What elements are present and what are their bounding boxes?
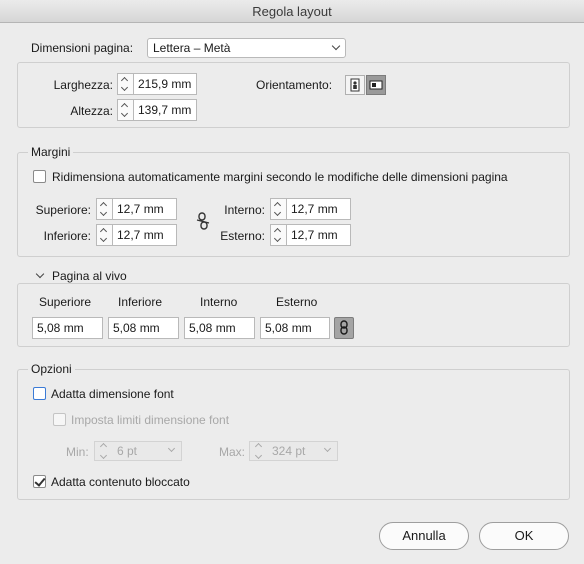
page-size-group (17, 62, 570, 128)
adjust-font-size-label: Adatta dimensione font (51, 387, 174, 401)
font-min-label: Min: (66, 445, 89, 459)
adjust-font-size-checkbox[interactable] (33, 387, 46, 400)
margin-bottom-field[interactable]: 12,7 mm (112, 224, 177, 246)
bleed-top-field[interactable]: 5,08 mm (32, 317, 103, 339)
margin-inside-stepper[interactable] (270, 198, 287, 220)
margin-inside-label: Interno: (224, 203, 265, 217)
bleed-bottom-field[interactable]: 5,08 mm (108, 317, 179, 339)
width-field[interactable]: 215,9 mm (133, 73, 197, 95)
height-label: Altezza: (70, 104, 113, 118)
font-min-stepper-icon (97, 440, 114, 462)
font-max-select[interactable]: 324 pt (249, 441, 338, 461)
font-limits-label: Imposta limiti dimensione font (71, 413, 230, 427)
width-label: Larghezza: (53, 78, 113, 92)
options-title: Opzioni (28, 362, 75, 376)
margin-top-stepper[interactable] (96, 198, 113, 220)
bleed-inside-field[interactable]: 5,08 mm (184, 317, 255, 339)
margin-top-label: Superiore: (35, 203, 91, 217)
adjust-locked-content-label: Adatta contenuto bloccato (51, 475, 190, 489)
font-max-value: 324 pt (272, 444, 306, 458)
margin-inside-field[interactable]: 12,7 mm (286, 198, 351, 220)
bleed-title: Pagina al vivo (52, 269, 127, 283)
bleed-outside-label: Esterno (276, 295, 318, 309)
chevron-down-icon (323, 444, 332, 453)
bleed-top-label: Superiore (39, 295, 92, 309)
orientation-label: Orientamento: (256, 78, 333, 92)
landscape-button[interactable] (366, 75, 386, 95)
bleed-bottom-label: Inferiore (118, 295, 163, 309)
font-min-value: 6 pt (117, 444, 138, 458)
margin-bottom-stepper[interactable] (96, 224, 113, 246)
font-limits-checkbox[interactable] (53, 413, 66, 426)
page-size-value: Lettera – Metà (153, 41, 231, 55)
auto-resize-margins-label: Ridimensiona automaticamente margini sec… (52, 170, 508, 184)
height-field[interactable]: 139,7 mm (133, 99, 197, 121)
bleed-header[interactable]: Pagina al vivo (30, 269, 130, 283)
auto-resize-margins-checkbox[interactable] (33, 170, 46, 183)
font-min-select[interactable]: 6 pt (94, 441, 182, 461)
margin-top-field[interactable]: 12,7 mm (112, 198, 177, 220)
margins-title: Margini (28, 145, 74, 159)
portrait-button[interactable] (345, 75, 365, 95)
chevron-down-icon (167, 444, 176, 453)
margin-bottom-label: Inferiore: (43, 229, 91, 243)
bleed-link-button[interactable] (334, 317, 354, 339)
bleed-outside-field[interactable]: 5,08 mm (260, 317, 330, 339)
height-stepper[interactable] (117, 99, 134, 121)
link-icon (340, 320, 348, 335)
page-size-label: Dimensioni pagina: (28, 41, 137, 55)
font-max-stepper-icon (252, 440, 269, 462)
chevron-down-icon (331, 41, 341, 51)
cancel-button[interactable]: Annulla (379, 522, 469, 550)
width-stepper[interactable] (117, 73, 134, 95)
page-size-select[interactable]: Lettera – Metà (147, 38, 346, 58)
margin-outside-label: Esterno: (220, 229, 265, 243)
bleed-inside-label: Interno (200, 295, 238, 309)
landscape-icon (369, 80, 383, 90)
chevron-down-icon (35, 269, 45, 279)
portrait-icon (350, 78, 360, 92)
ok-button[interactable]: OK (479, 522, 569, 550)
margin-outside-stepper[interactable] (270, 224, 287, 246)
font-max-label: Max: (219, 445, 246, 459)
adjust-locked-content-checkbox[interactable] (33, 475, 46, 488)
window-title: Regola layout (0, 0, 584, 23)
margin-outside-field[interactable]: 12,7 mm (286, 224, 351, 246)
